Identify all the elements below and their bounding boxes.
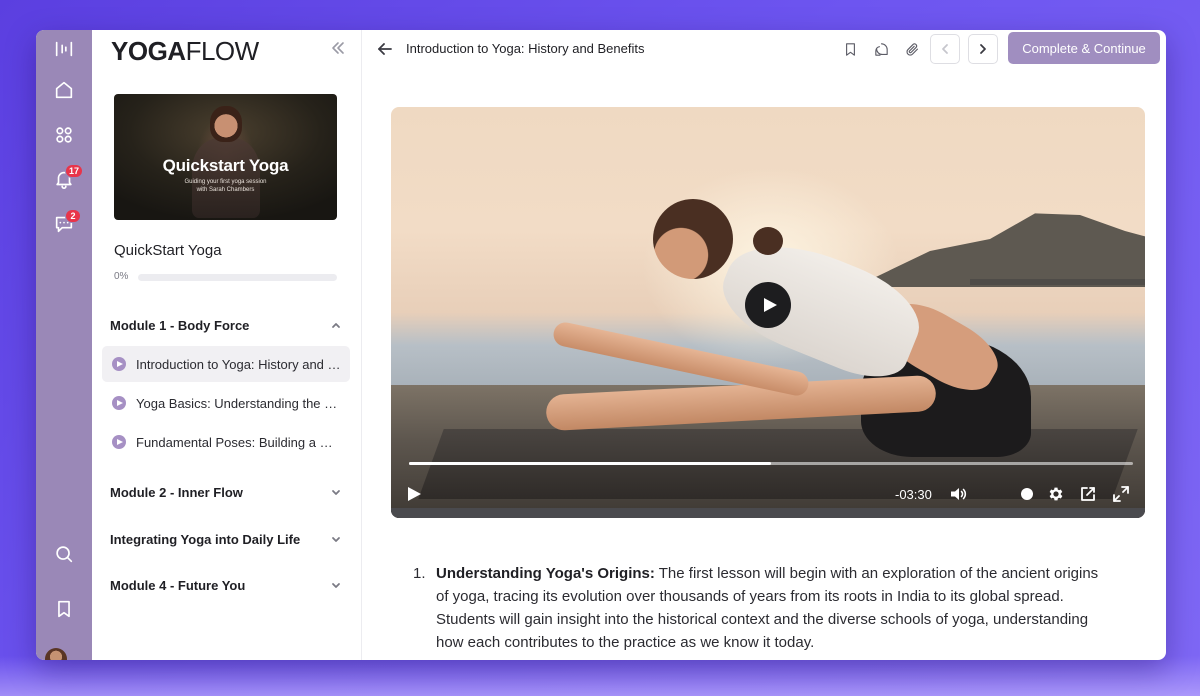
chevron-right-icon [980, 44, 986, 54]
play-circle-icon [112, 435, 126, 449]
course-progress: 0% [114, 270, 337, 284]
attachment-icon[interactable] [902, 39, 922, 59]
chevron-down-icon [332, 583, 340, 588]
chevron-up-icon [332, 323, 340, 328]
course-title: QuickStart Yoga [114, 242, 222, 259]
comments-icon[interactable] [871, 39, 891, 59]
notifications-bell-icon[interactable]: 17 [36, 164, 92, 194]
module-1-header[interactable]: Module 1 - Body Force [110, 314, 342, 336]
lesson-item-3[interactable]: Fundamental Poses: Building a Strong Fou… [102, 424, 350, 460]
messages-badge: 2 [65, 209, 81, 223]
play-icon [763, 298, 777, 312]
complete-continue-button[interactable]: Complete & Continue [1008, 32, 1160, 64]
thumbnail-title: Quickstart Yoga [162, 156, 289, 175]
lesson-item-2[interactable]: Yoga Basics: Understanding the Fundament… [102, 385, 350, 421]
video-controls: -03:30 [391, 472, 1145, 518]
video-scrubber[interactable] [409, 462, 1133, 465]
module-3-header[interactable]: Integrating Yoga into Daily Life [110, 528, 342, 550]
home-icon[interactable] [36, 75, 92, 105]
module-2-header[interactable]: Module 2 - Inner Flow [110, 481, 342, 503]
fullscreen-icon[interactable] [1110, 483, 1132, 505]
progress-bar [138, 274, 337, 281]
play-overlay-button[interactable] [745, 282, 791, 328]
back-arrow-icon[interactable] [376, 40, 394, 58]
progress-percent: 0% [114, 271, 129, 282]
collapse-sidebar-icon[interactable] [330, 40, 346, 56]
play-circle-icon [112, 357, 126, 371]
lesson-video-player[interactable]: -03:30 [391, 107, 1145, 518]
chevron-left-icon [942, 44, 948, 54]
messages-icon[interactable]: 2 [36, 209, 92, 239]
thumbnail-subtitle: Guiding your first yoga session with Sara… [184, 179, 267, 193]
popout-icon[interactable] [1077, 483, 1099, 505]
course-sidebar: YOGAFLOW Quickstart Yoga Guiding your fi… [92, 30, 362, 660]
play-icon [408, 487, 421, 501]
background-glow [0, 656, 1200, 696]
icon-rail: 17 2 [36, 30, 92, 660]
chevron-down-icon [332, 537, 340, 542]
rail-logo-icon[interactable] [36, 34, 92, 64]
lesson-title: Introduction to Yoga: History and Benefi… [406, 41, 645, 56]
user-avatar[interactable] [45, 648, 67, 660]
apps-grid-icon[interactable] [36, 120, 92, 150]
list-number: 1. [413, 565, 426, 582]
list-item: Understanding Yoga's Origins: The first … [436, 562, 1111, 654]
chevron-down-icon [332, 490, 340, 495]
search-icon[interactable] [36, 539, 92, 569]
play-button[interactable] [403, 483, 425, 505]
app-logo: YOGAFLOW [111, 36, 259, 66]
bookmark-icon[interactable] [840, 39, 860, 59]
previous-lesson-button[interactable] [930, 34, 960, 64]
time-remaining: -03:30 [895, 487, 932, 502]
next-lesson-button[interactable] [968, 34, 998, 64]
module-4-header[interactable]: Module 4 - Future You [110, 574, 342, 596]
volume-icon[interactable] [947, 483, 969, 505]
volume-slider-knob[interactable] [1021, 488, 1033, 500]
app-window: 17 2 YOGAFLOW Quickstart Yoga Guiding yo… [36, 30, 1166, 660]
settings-gear-icon[interactable] [1045, 483, 1067, 505]
course-thumbnail[interactable]: Quickstart Yoga Guiding your first yoga … [114, 94, 337, 220]
play-circle-icon [112, 396, 126, 410]
bookmarks-icon[interactable] [36, 594, 92, 624]
lesson-item-1[interactable]: Introduction to Yoga: History and Benefi… [102, 346, 350, 382]
lesson-topbar: Introduction to Yoga: History and Benefi… [362, 30, 1166, 68]
item-heading: Understanding Yoga's Origins: [436, 565, 655, 582]
notifications-badge: 17 [65, 164, 84, 178]
